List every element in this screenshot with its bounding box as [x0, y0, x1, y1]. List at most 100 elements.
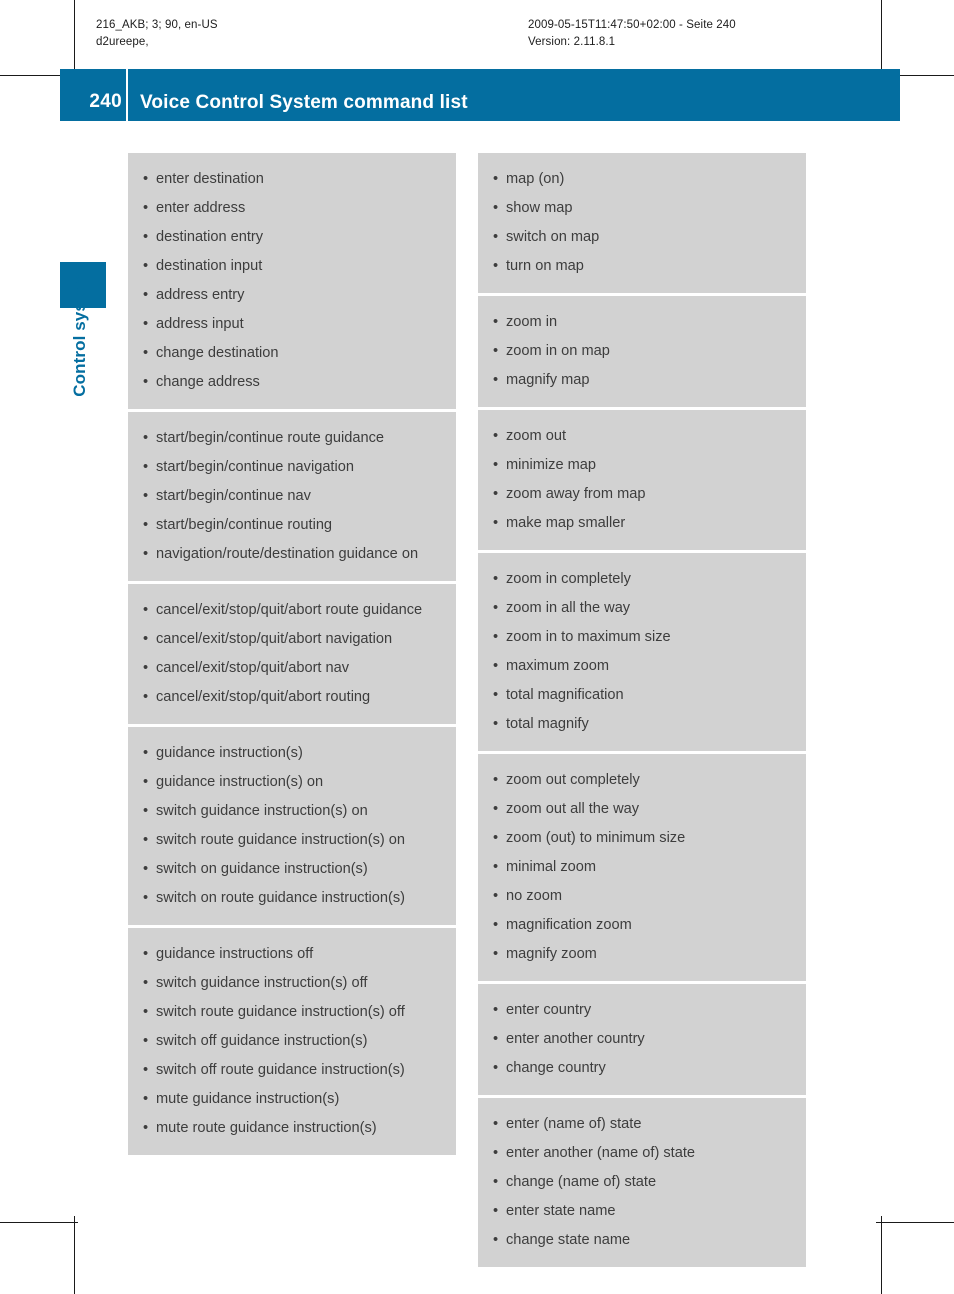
command-item: start/begin/continue nav [142, 482, 444, 511]
command-item: magnification zoom [492, 911, 794, 940]
crop-mark-bottom-left-horizontal [0, 1222, 78, 1223]
zoom-out-minimum-commands: zoom out completelyzoom out all the wayz… [478, 751, 806, 981]
command-item: change destination [142, 339, 444, 368]
print-timestamp-info: 2009-05-15T11:47:50+02:00 - Seite 240 Ve… [528, 19, 736, 48]
command-group: zoom inzoom in on mapmagnify map [492, 308, 794, 395]
crop-mark-bottom-left-vertical [74, 1216, 75, 1294]
command-item: switch off route guidance instruction(s) [142, 1056, 444, 1085]
guidance-instructions-off-commands: guidance instructions offswitch guidance… [128, 925, 456, 1155]
left-column: enter destinationenter addressdestinatio… [128, 153, 456, 1155]
command-item: mute guidance instruction(s) [142, 1085, 444, 1114]
command-item: enter another country [492, 1025, 794, 1054]
guidance-instructions-on-commands: guidance instruction(s)guidance instruct… [128, 724, 456, 925]
crop-mark-top-right-vertical [881, 0, 882, 78]
command-list-columns: enter destinationenter addressdestinatio… [128, 153, 806, 1267]
start-route-guidance-commands: start/begin/continue route guidancestart… [128, 409, 456, 581]
command-group: start/begin/continue route guidancestart… [142, 424, 444, 569]
command-item: switch on map [492, 223, 794, 252]
command-item: map (on) [492, 165, 794, 194]
command-item: switch on route guidance instruction(s) [142, 884, 444, 913]
command-item: make map smaller [492, 509, 794, 538]
command-item: switch guidance instruction(s) off [142, 969, 444, 998]
command-item: zoom in all the way [492, 594, 794, 623]
zoom-out-commands: zoom outminimize mapzoom away from mapma… [478, 407, 806, 550]
zoom-in-maximum-commands: zoom in completelyzoom in all the wayzoo… [478, 550, 806, 751]
command-item: navigation/route/destination guidance on [142, 540, 444, 569]
command-item: zoom in to maximum size [492, 623, 794, 652]
command-item: start/begin/continue navigation [142, 453, 444, 482]
command-item: cancel/exit/stop/quit/abort navigation [142, 625, 444, 654]
command-item: total magnify [492, 710, 794, 739]
crop-mark-top-left-vertical [74, 0, 75, 78]
country-commands: enter countryenter another countrychange… [478, 981, 806, 1095]
command-item: address entry [142, 281, 444, 310]
command-item: start/begin/continue route guidance [142, 424, 444, 453]
command-item: cancel/exit/stop/quit/abort route guidan… [142, 596, 444, 625]
command-item: minimize map [492, 451, 794, 480]
command-item: zoom (out) to minimum size [492, 824, 794, 853]
command-item: cancel/exit/stop/quit/abort routing [142, 683, 444, 712]
command-item: total magnification [492, 681, 794, 710]
command-item: show map [492, 194, 794, 223]
command-item: zoom in on map [492, 337, 794, 366]
command-item: mute route guidance instruction(s) [142, 1114, 444, 1143]
command-group: cancel/exit/stop/quit/abort route guidan… [142, 596, 444, 712]
command-item: magnify zoom [492, 940, 794, 969]
cancel-route-guidance-commands: cancel/exit/stop/quit/abort route guidan… [128, 581, 456, 724]
zoom-in-commands: zoom inzoom in on mapmagnify map [478, 293, 806, 407]
command-item: zoom out all the way [492, 795, 794, 824]
command-group: guidance instruction(s)guidance instruct… [142, 739, 444, 913]
command-group: guidance instructions offswitch guidance… [142, 940, 444, 1143]
command-group: enter (name of) stateenter another (name… [492, 1110, 794, 1255]
command-item: enter state name [492, 1197, 794, 1226]
header-divider [126, 69, 128, 121]
command-item: guidance instruction(s) on [142, 768, 444, 797]
command-item: maximum zoom [492, 652, 794, 681]
command-item: switch route guidance instruction(s) off [142, 998, 444, 1027]
page-number: 240 [89, 91, 122, 112]
command-item: guidance instructions off [142, 940, 444, 969]
command-item: enter (name of) state [492, 1110, 794, 1139]
command-item: zoom away from map [492, 480, 794, 509]
command-group: enter countryenter another countrychange… [492, 996, 794, 1083]
command-item: enter country [492, 996, 794, 1025]
command-item: zoom out completely [492, 766, 794, 795]
show-map-commands: map (on)show mapswitch on mapturn on map [478, 153, 806, 293]
print-job-info: 216_AKB; 3; 90, en-US d2ureepe, [96, 19, 218, 48]
command-item: enter destination [142, 165, 444, 194]
command-item: magnify map [492, 366, 794, 395]
command-group: zoom out completelyzoom out all the wayz… [492, 766, 794, 969]
destination-entry-commands: enter destinationenter addressdestinatio… [128, 153, 456, 409]
command-item: destination input [142, 252, 444, 281]
command-item: change (name of) state [492, 1168, 794, 1197]
command-item: zoom out [492, 422, 794, 451]
command-item: turn on map [492, 252, 794, 281]
command-item: change country [492, 1054, 794, 1083]
command-group: enter destinationenter addressdestinatio… [142, 165, 444, 397]
command-item: cancel/exit/stop/quit/abort nav [142, 654, 444, 683]
command-item: enter another (name of) state [492, 1139, 794, 1168]
command-item: no zoom [492, 882, 794, 911]
command-group: zoom in completelyzoom in all the wayzoo… [492, 565, 794, 739]
command-item: guidance instruction(s) [142, 739, 444, 768]
crop-mark-bottom-right-vertical [881, 1216, 882, 1294]
crop-mark-bottom-right-horizontal [876, 1222, 954, 1223]
right-column: map (on)show mapswitch on mapturn on map… [478, 153, 806, 1267]
command-item: destination entry [142, 223, 444, 252]
command-item: switch on guidance instruction(s) [142, 855, 444, 884]
page-title: Voice Control System command list [140, 92, 468, 113]
command-item: switch off guidance instruction(s) [142, 1027, 444, 1056]
command-item: address input [142, 310, 444, 339]
command-item: minimal zoom [492, 853, 794, 882]
command-item: zoom in [492, 308, 794, 337]
command-item: zoom in completely [492, 565, 794, 594]
command-item: change address [142, 368, 444, 397]
command-item: change state name [492, 1226, 794, 1255]
section-tab-label: Control systems [70, 262, 89, 397]
state-commands: enter (name of) stateenter another (name… [478, 1095, 806, 1267]
command-item: switch route guidance instruction(s) on [142, 826, 444, 855]
command-item: start/begin/continue routing [142, 511, 444, 540]
command-group: zoom outminimize mapzoom away from mapma… [492, 422, 794, 538]
command-item: switch guidance instruction(s) on [142, 797, 444, 826]
command-item: enter address [142, 194, 444, 223]
